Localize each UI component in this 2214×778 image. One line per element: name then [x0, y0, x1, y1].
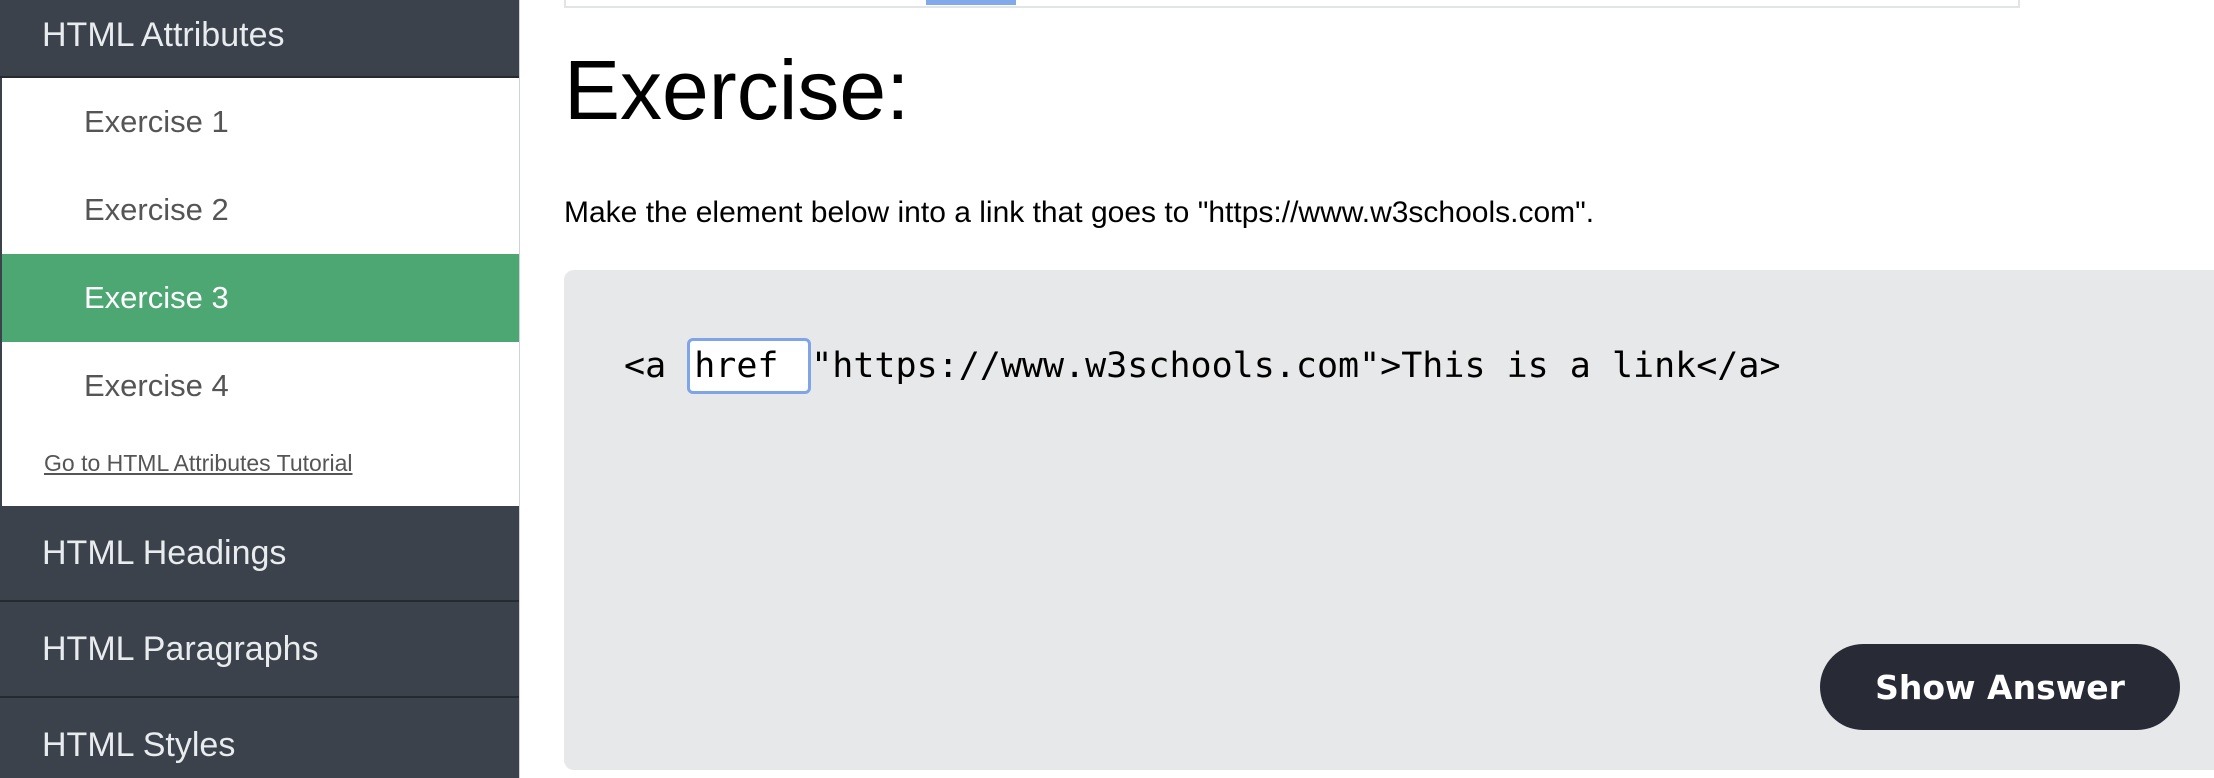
sidebar-item-exercise-2[interactable]: Exercise 2: [2, 166, 519, 254]
show-answer-label: Show Answer: [1875, 667, 2125, 707]
code-text-before: <a: [624, 346, 688, 386]
sidebar-item-exercise-1[interactable]: Exercise 1: [2, 78, 519, 166]
sidebar-item-label: Exercise 2: [84, 192, 229, 227]
page-title: Exercise:: [564, 43, 910, 137]
sidebar-section-label: HTML Paragraphs: [42, 629, 319, 668]
sidebar-item-label: Exercise 1: [84, 104, 229, 139]
previous-content-box: [564, 0, 2020, 8]
sidebar: HTML Attributes Exercise 1 Exercise 2 Ex…: [0, 0, 520, 778]
code-text-after: "https://www.w3schools.com">This is a li…: [811, 346, 1781, 386]
sidebar-section-html-headings[interactable]: HTML Headings: [0, 506, 519, 602]
code-answer-input[interactable]: href: [687, 338, 812, 394]
sidebar-item-label: Exercise 4: [84, 368, 229, 403]
sidebar-item-exercise-4[interactable]: Exercise 4: [2, 342, 519, 430]
sidebar-exercise-list: Exercise 1 Exercise 2 Exercise 3 Exercis…: [0, 78, 519, 506]
exercise-instruction: Make the element below into a link that …: [564, 196, 1595, 229]
code-line: <a href "https://www.w3schools.com">This…: [624, 338, 1781, 394]
sidebar-section-html-attributes[interactable]: HTML Attributes: [0, 0, 519, 78]
sidebar-section-label: HTML Attributes: [42, 15, 285, 54]
previous-content-fragment: [926, 0, 1016, 5]
tutorial-link[interactable]: Go to HTML Attributes Tutorial: [44, 450, 353, 477]
sidebar-item-exercise-3[interactable]: Exercise 3: [2, 254, 519, 342]
show-answer-button[interactable]: Show Answer: [1820, 644, 2180, 730]
sidebar-item-label: Exercise 3: [84, 280, 229, 315]
sidebar-section-label: HTML Headings: [42, 533, 287, 572]
sidebar-section-label: HTML Styles: [42, 725, 236, 764]
sidebar-section-html-paragraphs[interactable]: HTML Paragraphs: [0, 602, 519, 698]
sidebar-section-html-styles[interactable]: HTML Styles: [0, 698, 519, 778]
